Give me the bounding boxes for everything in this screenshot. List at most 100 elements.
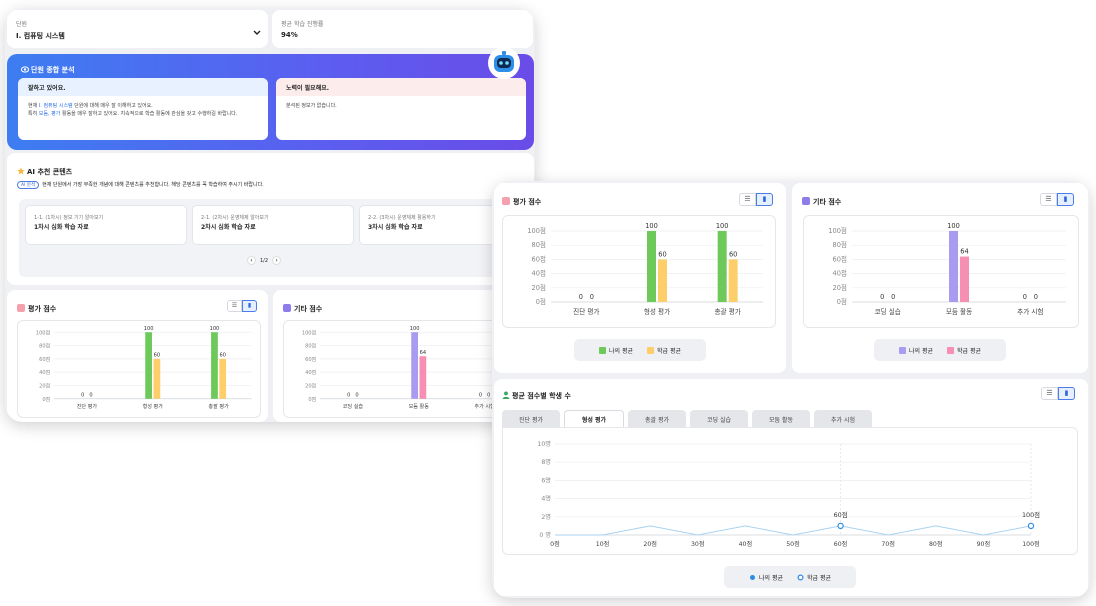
y-tick-label: 0 명 [539, 531, 551, 539]
y-tick-label: 60점 [39, 356, 50, 363]
score-icon [802, 197, 810, 205]
dashboard-panel-right: 평가 점수 ☰ ▮ 0점 20점 40점 60점 80점 100점 진단 평가 0 0 형성 평가… [492, 181, 1090, 598]
point-label: 100점 [1022, 511, 1040, 519]
progress-value: 94% [281, 31, 298, 39]
avg-distribution-card: 평균 점수별 학생 수 ☰ ▮ 진단 평가 형성 평가 총괄 평가 코딩 실습 모둠 활… [494, 379, 1088, 596]
y-tick-label: 100점 [527, 227, 546, 235]
bar-value-label: 0 [1034, 293, 1038, 301]
y-tick-label: 8명 [541, 458, 551, 466]
tab-2[interactable]: 형성 평가 [564, 410, 624, 428]
prev-page-button[interactable]: ‹ [247, 256, 256, 265]
x-tick-label: 60점 [834, 541, 848, 548]
bar-value-label: 100 [210, 326, 220, 332]
pagination: ‹ 1/2 › [247, 256, 282, 265]
bar-value-label: 0 [579, 293, 583, 301]
table-view-icon[interactable]: ☰ [227, 300, 242, 312]
unit-label: 단원 [16, 21, 28, 28]
x-tick-label: 0점 [550, 541, 560, 548]
bar-value-label: 0 [347, 393, 350, 399]
x-tick-label: 20점 [643, 541, 657, 548]
bar [145, 332, 152, 399]
avg-line-chart: 0 명 2명 4명 6명 8명 10명 0점 10점 20점 30점 40점 50점 60점 70점 80점… [537, 440, 1040, 548]
rec-item-2[interactable]: 2-1. (2차시) 운영체제 알아보기 2차시 심화 학습 자료 [192, 205, 354, 245]
table-view-icon[interactable]: ☰ [1041, 387, 1058, 400]
y-tick-label: 40점 [532, 270, 546, 278]
bar-value-label: 64 [960, 248, 968, 256]
effort-card: 노력이 필요해요. 분석된 정보가 없습니다. [276, 78, 526, 140]
x-tick-label: 90점 [977, 541, 991, 548]
bar [219, 358, 227, 399]
table-view-icon[interactable]: ☰ [739, 193, 756, 206]
unit-analysis-banner: 단원 종합 분석 잘하고 있어요. 현재 I. 컴퓨팅 시스템 단원에 대해 매… [7, 54, 534, 150]
legend-mine: 나의 평균 [599, 346, 633, 355]
y-tick-label: 20점 [532, 284, 546, 292]
eval-chart-box-small: 0점 20점 40점 60점 80점 100점 진단 평가 0 0 형성 평가 100 60 총괄 평가… [17, 320, 261, 418]
bar [728, 259, 738, 302]
recommend-list: 1-1. (1차시) 정보 기기 알아보기 1차시 심화 학습 자료 2-1. (… [19, 199, 524, 277]
y-tick-label: 20점 [305, 382, 316, 389]
chevron-down-icon[interactable] [253, 30, 261, 36]
tab-6[interactable]: 추가 시험 [814, 410, 872, 428]
x-tick-label: 형성 평가 [644, 307, 670, 316]
avg-legend: 나의 평균 학급 평균 [724, 566, 856, 588]
chart-view-icon[interactable]: ▮ [1058, 387, 1075, 400]
y-tick-label: 0점 [536, 298, 546, 306]
bar-value-label: 60 [729, 250, 737, 258]
x-tick-label: 추가 시험 [1017, 307, 1043, 316]
bar [153, 358, 161, 399]
x-tick-label: 진단 평가 [77, 403, 98, 410]
y-tick-label: 60점 [532, 255, 546, 263]
y-tick-label: 20점 [39, 382, 50, 389]
data-point [1027, 522, 1035, 530]
y-tick-label: 4명 [541, 495, 551, 503]
ai-recommend-card: AI 추천 콘텐츠 AI 분석 현재 단원에서 가장 부족한 개념에 대해 콘텐츠… [7, 153, 534, 285]
view-toggle: ☰ ▮ [227, 300, 257, 312]
rec-item-1[interactable]: 1-1. (1차시) 정보 기기 알아보기 1차시 심화 학습 자료 [25, 205, 187, 245]
ai-title: AI 추천 콘텐츠 [17, 167, 72, 177]
x-tick-label: 총괄 평가 [208, 403, 229, 410]
x-tick-label: 10점 [596, 541, 610, 548]
x-tick-label: 형성 평가 [143, 403, 164, 410]
next-page-button[interactable]: › [272, 256, 282, 265]
legend-class: 학급 평균 [797, 573, 831, 582]
legend-dot-filled [750, 574, 755, 580]
tab-1[interactable]: 진단 평가 [502, 410, 560, 428]
unit-select-card[interactable]: 단원 I. 컴퓨팅 시스템 [7, 10, 268, 48]
tab-4[interactable]: 코딩 실습 [690, 410, 748, 428]
bar [419, 356, 427, 399]
x-tick-label: 100점 [1022, 541, 1040, 548]
robot-mascot-icon [488, 47, 520, 79]
banner-title: 단원 종합 분석 [20, 65, 75, 75]
tab-3[interactable]: 총괄 평가 [628, 410, 686, 428]
chart-view-icon[interactable]: ▮ [756, 193, 773, 206]
avg-title: 평균 점수별 학생 수 [502, 391, 571, 401]
table-view-icon[interactable]: ☰ [1040, 193, 1057, 206]
chart-view-icon[interactable]: ▮ [1057, 193, 1074, 206]
view-toggle: ☰ ▮ [1041, 387, 1075, 400]
y-tick-label: 0점 [42, 396, 50, 403]
progress-card: 평균 학습 진행률 94% [272, 10, 533, 48]
chart-view-icon[interactable]: ▮ [242, 300, 257, 312]
bar-value-label: 100 [645, 222, 658, 230]
x-tick-label: 총괄 평가 [714, 307, 740, 316]
y-tick-label: 6명 [541, 476, 551, 484]
eval-title-small: 평가 점수 [17, 304, 56, 314]
eval-bar-chart-small: 0점 20점 40점 60점 80점 100점진단 평가 0 0 형성 평가 100 60 총괄 평가… [36, 326, 252, 410]
good-body: 현재 I. 컴퓨팅 시스템 단원에 대해 매우 잘 이해하고 있어요. 특히 모… [28, 103, 238, 117]
y-tick-label: 80점 [532, 241, 546, 249]
legend-mine: 나의 평균 [749, 573, 783, 582]
good-title: 잘하고 있어요. [18, 78, 268, 96]
effort-body: 분석된 정보가 없습니다. [286, 103, 337, 109]
bar-value-label: 0 [81, 393, 84, 399]
bar-value-label: 60 [658, 250, 666, 258]
eval-title: 평가 점수 [502, 197, 541, 207]
x-tick-label: 코딩 실습 [343, 403, 364, 410]
y-tick-label: 0점 [837, 298, 847, 306]
bar [647, 231, 656, 302]
bar-value-label: 60 [154, 353, 160, 359]
legend-dot-hollow [797, 573, 804, 581]
tab-5[interactable]: 모둠 활동 [752, 410, 810, 428]
score-type-tabs: 진단 평가 형성 평가 총괄 평가 코딩 실습 모둠 활동 추가 시험 [502, 410, 876, 428]
unit-value[interactable]: I. 컴퓨팅 시스템 [16, 31, 65, 41]
score-icon [283, 304, 291, 312]
